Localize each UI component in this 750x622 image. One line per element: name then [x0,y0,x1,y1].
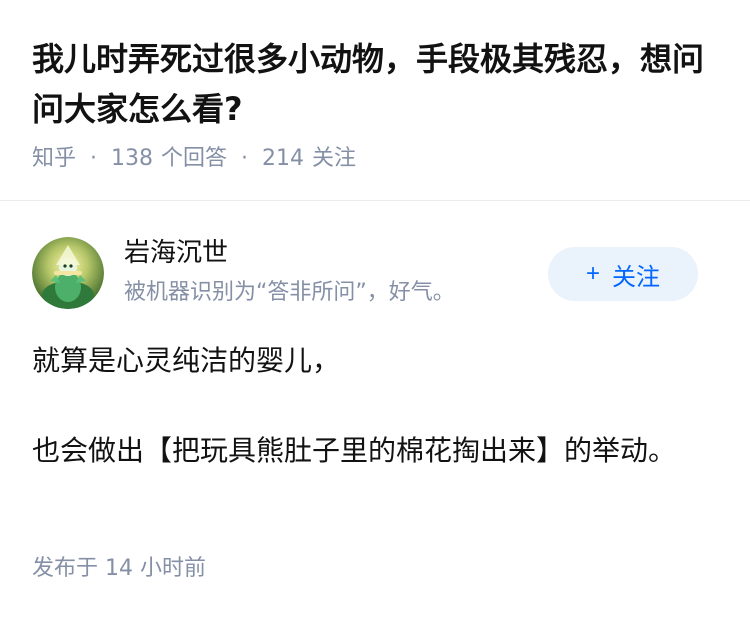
follower-count: 214 [262,146,305,171]
divider [0,200,750,201]
follower-count-label: 关注 [312,146,357,171]
follow-button-label: 关注 [612,263,660,291]
answer-paragraph: 也会做出【把玩具熊肚子里的棉花掏出来】的举动。 [32,434,677,467]
question-title: 我儿时弄死过很多小动物，手段极其残忍，想问问大家怎么看? [32,40,705,128]
answer-paragraph: 就算是心灵纯洁的婴儿， [32,344,341,377]
source-label[interactable]: 知乎 [32,142,76,176]
answer-count-label: 个回答 [161,146,228,171]
meta-separator: · [90,146,98,171]
published-time-value: 14 小时前 [105,556,207,581]
author-name[interactable]: 岩海沉世 [124,233,228,273]
author-tagline: 被机器识别为“答非所问”，好气。 [124,280,455,305]
meta-separator: · [241,146,249,171]
plus-icon: + [585,260,600,287]
green-character-avatar-icon [32,237,104,309]
answer-body: 就算是心灵纯洁的婴儿， 也会做出【把玩具熊肚子里的棉花掏出来】的举动。 [32,338,702,474]
publish-time: 发布于 14 小时前 [32,552,206,586]
question-meta: 知乎 · 138 个回答 · 214 关注 [32,142,356,176]
published-label: 发布于 [32,556,99,581]
answer-count: 138 [111,146,154,171]
follow-button[interactable]: + 关注 [548,247,698,301]
avatar[interactable] [32,237,104,309]
